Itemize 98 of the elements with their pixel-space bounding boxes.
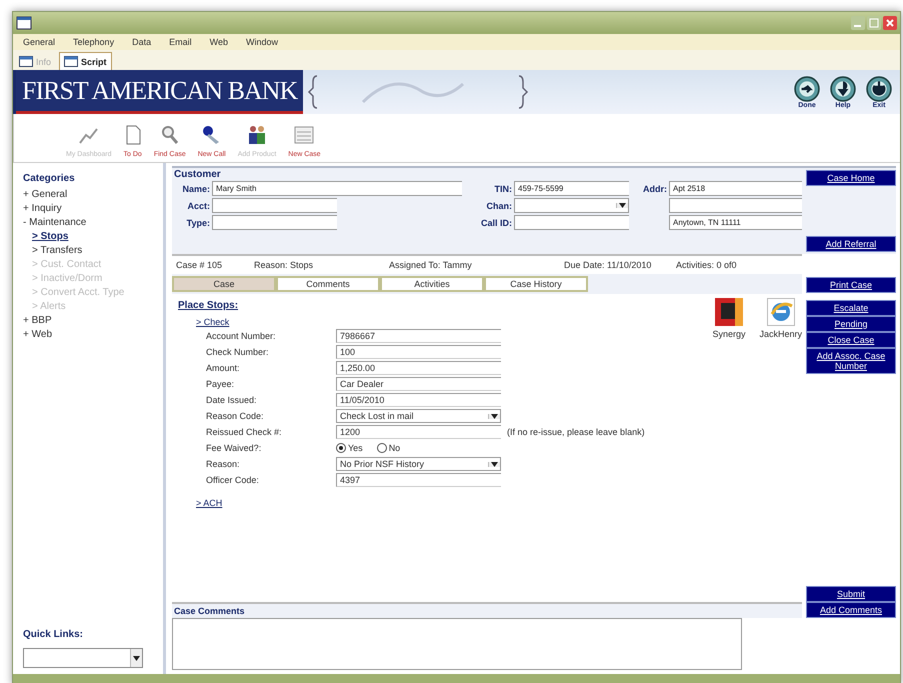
window-icon [16,16,32,30]
text-field[interactable]: 4397 [336,473,501,487]
menu-item[interactable]: Web [210,37,228,47]
category-item[interactable]: + General [23,188,159,202]
field-label: Addr: [642,184,668,194]
field-label: Chan: [486,200,513,210]
window-icon [19,56,33,67]
field-label: Acct: [186,200,211,210]
due-date: Due Date: 11/10/2010 [564,260,652,270]
window-icon [64,56,78,67]
category-item[interactable]: + BBP [23,314,159,328]
text-field[interactable]: 11/05/2010 [336,393,501,407]
field-label: Amount: [206,363,241,373]
section-link[interactable]: > ACH [196,498,222,508]
section-title: Customer [173,168,222,181]
search-icon [160,125,179,145]
menu-item[interactable]: General [23,37,56,47]
text-field[interactable]: 1,250.00 [336,361,501,375]
dropdown-arrow-icon [619,203,626,208]
field-label: TIN: [494,184,513,194]
list-icon [294,125,314,145]
dropdown-arrow-icon [133,656,140,660]
field-label: Fee Waived?: [206,443,262,453]
address-field[interactable]: Anytown, TN 11111 [669,215,802,230]
name-field[interactable]: Mary Smith [212,181,462,196]
maximize-icon[interactable] [867,16,881,30]
case-home-button[interactable]: Case Home [806,170,896,186]
menu-item[interactable]: Telephony [73,37,114,47]
dropdown[interactable]: Check Lost in mail [336,409,501,423]
quick-links-label: Quick Links: [23,629,84,640]
activities-count: Activities: 0 of0 [676,260,737,270]
print-case-button[interactable]: Print Case [806,277,896,293]
category-item[interactable]: - Maintenance [23,216,159,230]
field-label: Officer Code: [206,475,260,485]
field-label: Reissued Check #: [206,427,283,437]
field-hint: (If no re-issue, please leave blank) [507,427,645,437]
case-tab[interactable]: Comments [276,276,380,292]
document-icon [124,125,141,145]
section-title: Place Stops: [178,300,240,311]
address-field[interactable] [669,198,802,213]
case-reason: Reason: Stops [254,260,314,270]
tin-field[interactable]: 459-75-5599 [514,181,629,196]
menu-item[interactable]: Data [132,37,152,47]
add-comments-button[interactable]: Add Comments [806,602,896,618]
field-label: Type: [186,218,211,228]
dropdown-arrow-icon [491,462,498,466]
field-label: Call ID: [480,218,513,228]
category-item[interactable]: > Stops [23,230,159,244]
case-tab[interactable]: Case [172,276,276,292]
letter-tile-icon [714,298,743,326]
globe-icon [766,298,795,326]
type-field[interactable] [212,215,337,230]
channel-dropdown[interactable] [514,198,629,213]
dropdown-arrow-icon [491,414,498,418]
section-link[interactable]: > Check [196,317,230,327]
menu-item[interactable]: Window [246,37,278,47]
account-field[interactable] [212,198,337,213]
text-field[interactable]: 7986667 [336,329,501,343]
case-tab[interactable]: Activities [380,276,484,292]
submit-button[interactable]: Submit [806,586,896,602]
field-label: Reason Code: [206,411,265,421]
category-item[interactable]: + Inquiry [23,202,159,216]
field-label: Name: [181,184,211,194]
action-button[interactable]: Add Assoc. Case Number [806,348,896,374]
address-field[interactable]: Apt 2518 [669,181,802,196]
case-number: Case # 105 [176,260,224,270]
action-button[interactable]: Close Case [806,332,896,348]
comments-field[interactable] [172,618,742,670]
action-button[interactable]: Pending [806,316,896,332]
dropdown[interactable]: No Prior NSF History [336,457,501,471]
field-label: Date Issued: [206,395,258,405]
field-label: Payee: [206,379,236,389]
section-title: Case Comments [172,602,802,618]
radio-button[interactable]: No [376,443,400,453]
tab[interactable]: Script [59,52,112,70]
add-referral-button[interactable]: Add Referral [806,236,896,252]
bank-logo: FIRST AMERICAN BANK [16,70,304,114]
close-icon[interactable] [883,16,897,30]
minimize-icon[interactable] [851,16,865,30]
category-item[interactable]: + Web [23,328,159,342]
power-icon [866,76,892,102]
action-button[interactable]: Escalate [806,300,896,316]
text-field[interactable]: Car Dealer [336,377,501,391]
sidebar-title: Categories [23,173,76,184]
app-shortcut[interactable]: Synergy [712,298,746,602]
call-id-field[interactable] [514,215,629,230]
menu-item[interactable]: Email [169,37,192,47]
text-field[interactable]: 100 [336,345,501,359]
field-label: Reason: [206,459,241,469]
app-shortcut[interactable]: JackHenry [759,298,802,602]
quick-links-dropdown[interactable] [23,648,143,668]
radio-button[interactable]: Yes [336,443,363,453]
text-field[interactable]: 1200 [336,425,501,439]
field-label: Check Number: [206,347,270,357]
field-label: Account Number: [206,331,277,341]
case-tab[interactable]: Case History [484,276,588,292]
category-item[interactable]: > Transfers [23,244,159,258]
case-assignee: Assigned To: Tammy [389,260,473,270]
